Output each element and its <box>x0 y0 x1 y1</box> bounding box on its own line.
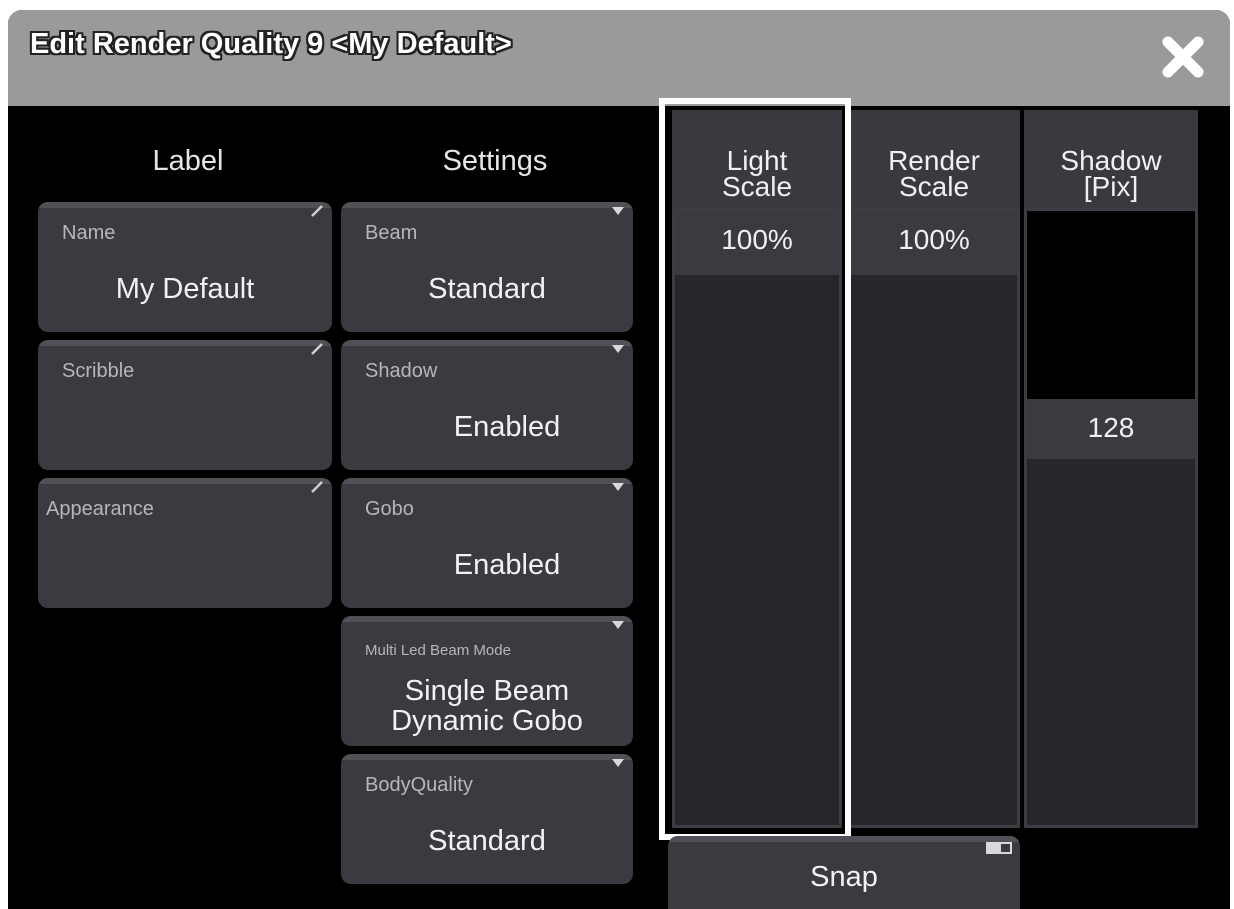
field-label: Scribble <box>62 360 135 382</box>
field-label: Shadow <box>365 360 438 382</box>
dialog-title: Edit Render Quality 9 <My Default> <box>30 28 512 60</box>
light-scale-column-header[interactable]: Light Scale <box>672 110 842 208</box>
shadow-pix-column-header[interactable]: Shadow [Pix] <box>1024 110 1198 208</box>
field-value-line1: Single Beam <box>404 675 570 707</box>
column-header-line2: Scale <box>898 171 970 202</box>
render-scale-column-header[interactable]: Render Scale <box>848 110 1020 208</box>
settings-column-header: Settings <box>442 145 548 177</box>
scribble-field[interactable]: Scribble <box>38 340 332 470</box>
snap-button[interactable]: Snap <box>668 836 1020 909</box>
gobo-setting[interactable]: Gobo Enabled <box>341 478 633 608</box>
field-label: Name <box>62 222 116 244</box>
edit-corner-icon <box>311 343 323 355</box>
field-value: My Default <box>115 273 255 305</box>
field-label: BodyQuality <box>365 774 473 796</box>
edit-corner-icon <box>311 205 323 217</box>
shadow-pix-empty-area <box>1027 211 1195 399</box>
beam-setting[interactable]: Beam Standard <box>341 202 633 332</box>
snap-label: Snap <box>810 861 878 893</box>
render-scale-column[interactable]: 100% <box>848 208 1020 828</box>
field-value: Standard <box>428 273 546 305</box>
dropdown-arrow-icon <box>612 621 624 629</box>
body-quality-setting[interactable]: BodyQuality Standard <box>341 754 633 884</box>
multi-led-beam-mode-setting[interactable]: Multi Led Beam Mode Single Beam Dynamic … <box>341 616 633 746</box>
field-value: Standard <box>428 825 546 857</box>
dropdown-arrow-icon <box>612 207 624 215</box>
close-icon[interactable] <box>1158 32 1208 82</box>
field-label: Gobo <box>365 498 414 520</box>
field-value: Enabled <box>453 549 561 581</box>
column-header-line2: [Pix] <box>1083 171 1139 202</box>
toggle-indicator-icon <box>986 842 1012 854</box>
shadow-pix-value[interactable]: 128 <box>1027 399 1195 459</box>
appearance-field[interactable]: Appearance <box>38 478 332 608</box>
render-scale-value[interactable]: 100% <box>851 211 1017 275</box>
shadow-setting[interactable]: Shadow Enabled <box>341 340 633 470</box>
edit-corner-icon <box>311 481 323 493</box>
dropdown-arrow-icon <box>612 345 624 353</box>
column-header-line2: Scale <box>721 171 793 202</box>
shadow-pix-column[interactable]: 128 <box>1024 208 1198 828</box>
dropdown-arrow-icon <box>612 759 624 767</box>
title-bar: Edit Render Quality 9 <My Default> <box>8 10 1230 106</box>
name-field[interactable]: Name My Default <box>38 202 332 332</box>
light-scale-value[interactable]: 100% <box>675 211 839 275</box>
field-label: Appearance <box>46 498 154 520</box>
dropdown-arrow-icon <box>612 483 624 491</box>
label-column-header: Label <box>152 145 224 177</box>
field-label: Beam <box>365 222 418 244</box>
field-label: Multi Led Beam Mode <box>365 642 511 659</box>
dialog-window: Edit Render Quality 9 <My Default> Label… <box>8 10 1230 909</box>
light-scale-column[interactable]: 100% <box>672 208 842 828</box>
field-value: Enabled <box>453 411 561 443</box>
field-value-line2: Dynamic Gobo <box>391 705 583 737</box>
